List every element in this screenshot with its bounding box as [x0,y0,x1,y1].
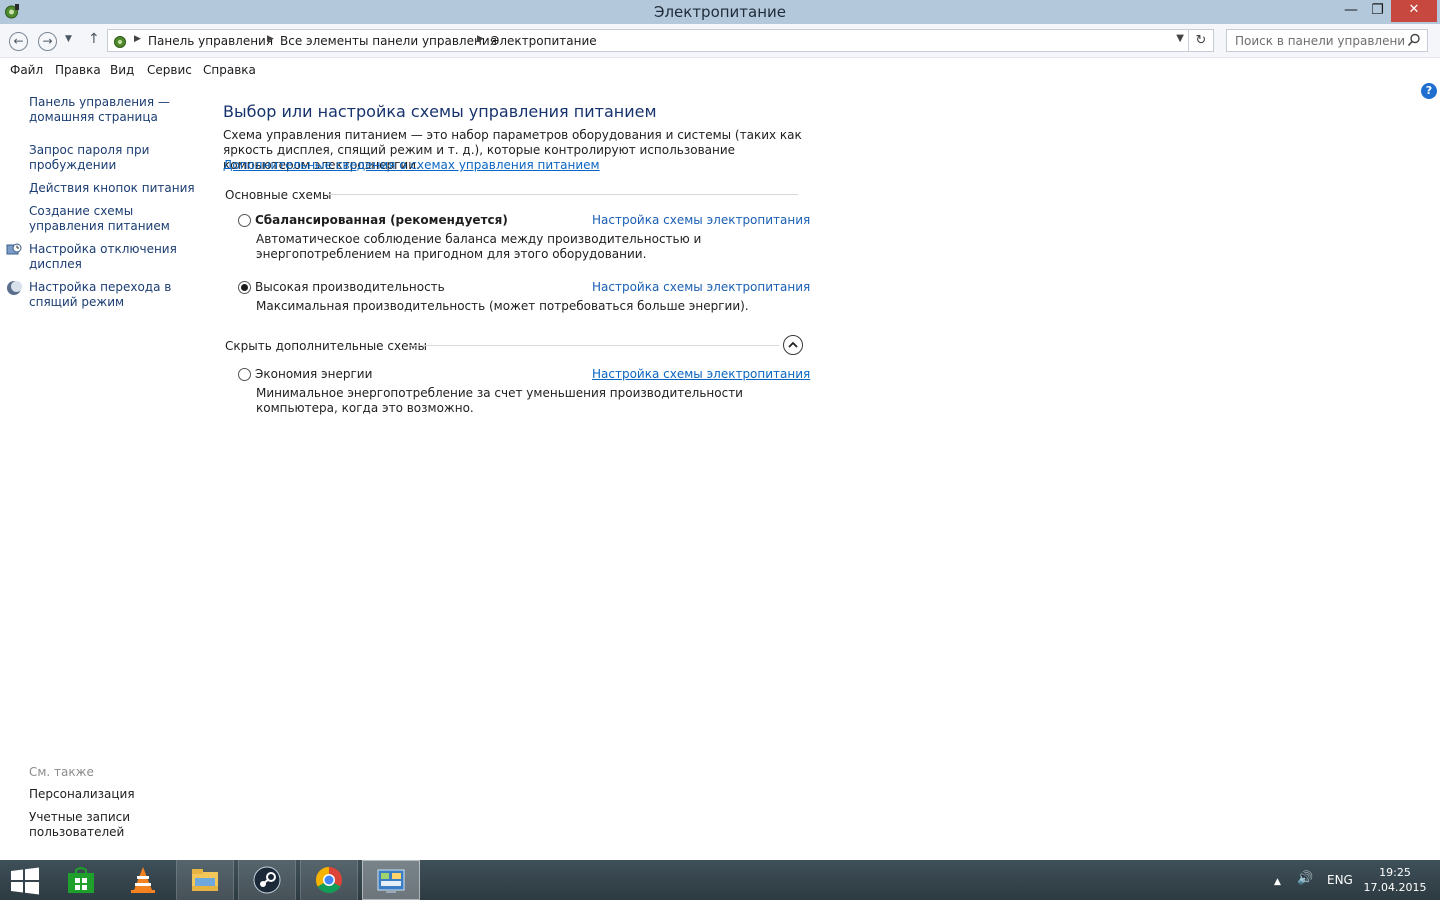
address-bar[interactable]: ▶ Панель управления ▶ Все элементы панел… [107,29,1189,52]
breadcrumb-separator-icon[interactable]: ▶ [134,34,141,44]
taskbar-control-panel[interactable] [362,860,420,900]
plan-high-performance-description: Максимальная производительность (может п… [256,299,749,313]
sidebar-link-home[interactable]: Панель управления — домашняя страница [29,95,199,125]
breadcrumb-separator-icon[interactable]: ▶ [267,34,274,44]
up-button[interactable]: ↑ [88,31,100,47]
sidebar-link-wake-password[interactable]: Запрос пароля при пробуждении [29,143,199,173]
tray-date: 17.04.2015 [1363,881,1427,894]
title-bar: Электропитание — ❐ ✕ [0,0,1440,24]
taskbar-chrome[interactable] [300,860,358,900]
steam-icon [253,866,281,894]
breadcrumb-all-items[interactable]: Все элементы панели управления [280,34,497,48]
more-info-link[interactable]: Дополнительные сведения о схемах управле… [223,158,600,172]
plan-balanced-name[interactable]: Сбалансированная (рекомендуется) [255,213,508,227]
window-title: Электропитание [653,3,787,21]
see-also-user-accounts[interactable]: Учетные записи пользователей [29,810,139,840]
minimize-button[interactable]: — [1338,0,1364,22]
plan-power-saver-radio[interactable] [238,368,251,381]
breadcrumb-separator-icon[interactable]: ▶ [477,34,484,44]
plan-balanced-description: Автоматическое соблюдение баланса между … [256,232,702,261]
input-language[interactable]: ENG [1327,873,1353,900]
start-button[interactable] [0,860,58,900]
search-box[interactable] [1226,29,1428,52]
plan-high-performance-radio[interactable] [238,281,251,294]
refresh-button[interactable]: ↻ [1189,29,1214,52]
forward-button[interactable]: → [38,32,57,51]
taskbar-steam[interactable] [238,860,296,900]
vlc-icon [131,867,155,893]
recent-locations-button[interactable]: ▼ [65,34,72,44]
taskbar-file-explorer[interactable] [176,860,234,900]
plan-power-saver-description: Минимальное энергопотребление за счет ум… [256,386,743,415]
search-input[interactable] [1227,30,1405,51]
breadcrumb-control-panel[interactable]: Панель управления [148,34,273,48]
see-also-title: См. также [29,765,94,779]
plan-power-saver-settings-link[interactable]: Настройка схемы электропитания [592,367,810,381]
tray-clock[interactable]: 19:25 17.04.2015 [1362,865,1428,895]
collapse-button[interactable] [783,335,803,355]
hide-additional-plans-label[interactable]: Скрыть дополнительные схемы [225,339,427,353]
triangle-up-icon: ▲ [1274,877,1281,887]
taskbar: ▲ 🔊 ENG 19:25 17.04.2015 [0,860,1440,900]
plan-high-performance-name[interactable]: Высокая производительность [255,280,445,294]
see-also-personalization[interactable]: Персонализация [29,787,199,802]
tray-time: 19:25 [1379,866,1411,879]
plan-high-performance-settings-link[interactable]: Настройка схемы электропитания [592,280,810,294]
store-icon [68,867,94,893]
file-explorer-icon [192,869,218,891]
menu-file[interactable]: Файл [10,63,43,77]
volume-button[interactable]: 🔊 [1297,871,1313,900]
close-button[interactable]: ✕ [1391,0,1437,22]
arrow-left-icon: ← [13,34,24,48]
sidebar-link-display-off[interactable]: Настройка отключения дисплея [29,242,199,272]
moon-icon [7,281,22,295]
primary-plans-label: Основные схемы [225,188,332,202]
plan-power-saver-name[interactable]: Экономия энергии [255,367,372,381]
navigation-bar: ← → ▼ ↑ ▶ Панель управления ▶ Все элемен… [0,24,1440,58]
taskbar-vlc[interactable] [115,860,173,900]
breadcrumb-power-options[interactable]: Электропитание [491,34,597,48]
chevron-up-icon [788,341,798,348]
chrome-icon [315,866,342,894]
address-history-chevron-icon[interactable]: ▼ [1176,33,1184,44]
plan-balanced-radio[interactable] [238,214,251,227]
chevron-down-icon: ▼ [65,34,72,44]
group-divider [328,194,798,195]
refresh-icon: ↻ [1195,33,1207,48]
sidebar-link-power-buttons[interactable]: Действия кнопок питания [29,181,199,196]
show-hidden-icons-button[interactable]: ▲ [1274,873,1281,900]
taskbar-store[interactable] [53,860,111,900]
arrow-right-icon: → [42,34,53,48]
menu-edit[interactable]: Правка [55,63,101,77]
control-panel-icon [114,36,126,48]
help-icon[interactable]: ? [1421,83,1437,99]
arrow-up-icon: ↑ [88,31,100,47]
menu-view[interactable]: Вид [110,63,134,77]
speaker-icon: 🔊 [1297,871,1314,886]
display-clock-icon [6,243,22,255]
search-icon[interactable] [1407,33,1421,47]
page-title: Выбор или настройка схемы управления пит… [223,102,657,121]
menu-tools[interactable]: Сервис [147,63,192,77]
plan-balanced-settings-link[interactable]: Настройка схемы электропитания [592,213,810,227]
menu-help[interactable]: Справка [203,63,256,77]
start-icon [11,867,39,895]
sidebar-link-sleep[interactable]: Настройка перехода в спящий режим [29,280,199,310]
group-divider [409,345,779,346]
sidebar-link-create-plan[interactable]: Создание схемы управления питанием [29,204,199,234]
back-button[interactable]: ← [9,32,28,51]
maximize-button[interactable]: ❐ [1364,0,1391,22]
control-panel-icon [377,869,405,893]
menu-bar: Файл Правка Вид Сервис Справка [0,59,1440,82]
